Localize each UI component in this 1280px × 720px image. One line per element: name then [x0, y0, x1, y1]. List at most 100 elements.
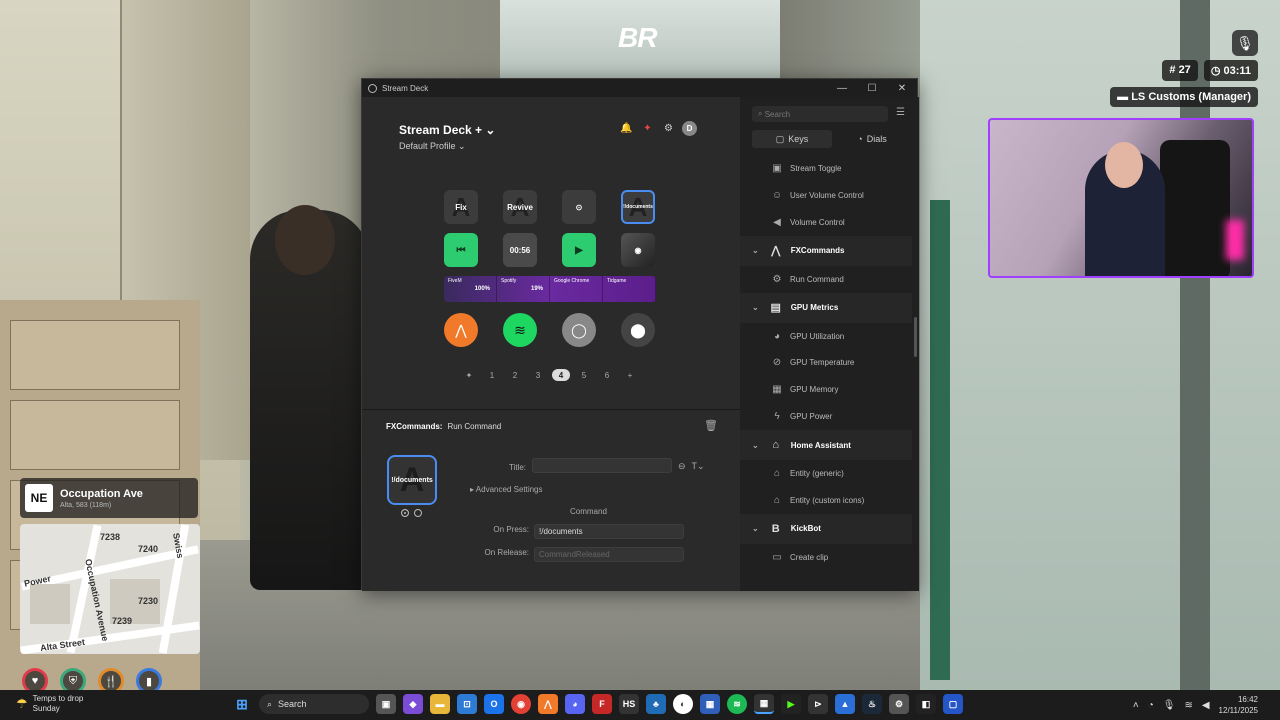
- add-page-button[interactable]: +: [621, 369, 639, 381]
- windows-start-icon[interactable]: ⊞: [232, 694, 252, 714]
- avatar[interactable]: D: [682, 121, 697, 136]
- list-item[interactable]: ☺ User Volume Control: [740, 182, 912, 209]
- key-fix[interactable]: Fix: [444, 190, 478, 224]
- chevron-down-icon: ⌄: [458, 141, 466, 151]
- title-bar[interactable]: Stream Deck — ☐ ✕: [362, 79, 917, 97]
- bell-icon[interactable]: 🔔: [619, 121, 634, 136]
- dial-game[interactable]: ⬤: [621, 313, 655, 347]
- link-icon[interactable]: ⊖: [678, 461, 686, 472]
- list-item[interactable]: ◕ GPU Utilization: [740, 323, 912, 350]
- taskbar-search[interactable]: ⌕ Search: [259, 694, 369, 714]
- page-2[interactable]: 2: [506, 369, 524, 381]
- weather-line2: Sunday: [32, 704, 60, 713]
- action-icon-preview[interactable]: !/documents: [387, 455, 437, 505]
- tab-keys[interactable]: ▢ Keys: [752, 130, 832, 148]
- list-item[interactable]: ⚙ Run Command: [740, 266, 912, 293]
- dial-fivem[interactable]: ⋀: [444, 313, 478, 347]
- category-kickbot[interactable]: ⌄ B KickBot: [740, 513, 912, 544]
- app-icon[interactable]: ◐: [673, 694, 693, 714]
- gear-icon[interactable]: ⚙: [661, 121, 676, 136]
- page-1[interactable]: 1: [483, 369, 501, 381]
- state-2[interactable]: [414, 509, 422, 517]
- key-previous-track[interactable]: ⏮: [444, 233, 478, 267]
- marketplace-icon[interactable]: ✦: [640, 121, 655, 136]
- category-home-assistant[interactable]: ⌄ ⌂ Home Assistant: [740, 430, 912, 461]
- text-format-icon[interactable]: T⌄: [692, 461, 705, 472]
- profile-selector[interactable]: Default Profile ⌄: [399, 141, 495, 152]
- task-view-icon[interactable]: ▣: [376, 694, 396, 714]
- delete-icon[interactable]: 🗑: [704, 419, 718, 432]
- list-item[interactable]: ⌂ Entity (generic): [740, 460, 912, 487]
- player-count-badge: # 27: [1162, 60, 1198, 81]
- outlook-icon[interactable]: O: [484, 694, 504, 714]
- hs-icon[interactable]: HS: [619, 694, 639, 714]
- list-item[interactable]: ▣ Stream Toggle: [740, 155, 912, 182]
- chrome-icon[interactable]: ◉: [511, 694, 531, 714]
- chevron-up-icon[interactable]: ˄: [1133, 700, 1139, 711]
- app-icon[interactable]: ⊳: [808, 694, 828, 714]
- list-item[interactable]: ▦ GPU Memory: [740, 376, 912, 403]
- page-5[interactable]: 5: [575, 369, 593, 381]
- clock[interactable]: 16:42 12/11/2025: [1219, 694, 1258, 716]
- on-press-input[interactable]: [534, 524, 684, 539]
- close-button[interactable]: ✕: [887, 79, 917, 97]
- key-album-art[interactable]: ◉: [621, 233, 655, 267]
- app-icon[interactable]: ▦: [700, 694, 720, 714]
- state-1[interactable]: [401, 509, 409, 517]
- touch-strip[interactable]: FiveM 100% Spotify 19% Google Chrome Tidga…: [444, 276, 656, 302]
- map-label: Alta Street: [39, 636, 86, 654]
- scrollbar[interactable]: [914, 317, 917, 357]
- page-3[interactable]: 3: [529, 369, 547, 381]
- page-6[interactable]: 6: [598, 369, 616, 381]
- discord-icon[interactable]: ◕: [565, 694, 585, 714]
- kick-icon[interactable]: ▶: [781, 694, 801, 714]
- key-revive[interactable]: Revive: [503, 190, 537, 224]
- copilot-icon[interactable]: ◆: [403, 694, 423, 714]
- mic-icon[interactable]: 🎙: [1163, 700, 1176, 711]
- list-item[interactable]: ◀ Volume Control: [740, 209, 912, 236]
- list-item[interactable]: ϟ GPU Power: [740, 403, 912, 430]
- speaker-icon[interactable]: ◀: [1202, 700, 1210, 711]
- tab-dials[interactable]: ◔ Dials: [832, 130, 912, 148]
- key-documents[interactable]: !/documents: [621, 190, 655, 224]
- street-name: Occupation Ave: [60, 487, 143, 500]
- store-icon[interactable]: ⊡: [457, 694, 477, 714]
- settings-icon[interactable]: ⚙: [889, 694, 909, 714]
- key-play[interactable]: ▶: [562, 233, 596, 267]
- dial-chrome[interactable]: ◯: [562, 313, 596, 347]
- key-timer[interactable]: 00:56: [503, 233, 537, 267]
- list-item[interactable]: ▭ Create clip: [740, 544, 912, 571]
- folder-icon[interactable]: ▬: [430, 694, 450, 714]
- page-pin-icon[interactable]: ✦: [460, 369, 478, 381]
- list-item[interactable]: ⊘ GPU Temperature: [740, 349, 912, 376]
- dial-spotify[interactable]: ≋: [503, 313, 537, 347]
- weather-widget[interactable]: ☂ Temps to drop Sunday: [16, 694, 83, 714]
- app-icon[interactable]: ▢: [943, 694, 963, 714]
- steam-icon[interactable]: ♨: [862, 694, 882, 714]
- page-4[interactable]: 4: [552, 369, 570, 381]
- list-item[interactable]: ⌂ Entity (custom icons): [740, 487, 912, 514]
- search-input[interactable]: ⌕ Search: [752, 106, 888, 122]
- list-view-icon[interactable]: ☰: [896, 107, 905, 118]
- teams-icon[interactable]: ♣: [646, 694, 666, 714]
- on-release-input[interactable]: [534, 547, 684, 562]
- weather-line1: Temps to drop: [32, 694, 84, 703]
- category-gpu-metrics[interactable]: ⌄ ▤ GPU Metrics: [740, 292, 912, 323]
- advanced-settings-toggle[interactable]: ▸ Advanced Settings: [470, 485, 543, 494]
- app-icon[interactable]: ◧: [916, 694, 936, 714]
- photos-icon[interactable]: ▲: [835, 694, 855, 714]
- stream-deck-icon[interactable]: ▦: [754, 694, 774, 714]
- system-tray: ˄ ◔ 🎙 ≋ ◀ 16:42 12/11/2025: [1133, 694, 1258, 716]
- title-input[interactable]: [532, 458, 672, 473]
- plugin-name: FXCommands:: [386, 422, 443, 431]
- minimize-button[interactable]: —: [827, 79, 857, 97]
- filezilla-icon[interactable]: F: [592, 694, 612, 714]
- key-chat[interactable]: ⊙: [562, 190, 596, 224]
- spotify-icon[interactable]: ≋: [727, 694, 747, 714]
- wifi-icon[interactable]: ≋: [1184, 700, 1192, 711]
- maximize-button[interactable]: ☐: [857, 79, 887, 97]
- network-icon[interactable]: ◔: [1148, 700, 1154, 711]
- category-fxcommands[interactable]: ⌄ ⋀ FXCommands: [740, 235, 912, 266]
- device-selector[interactable]: Stream Deck + ⌄: [399, 123, 495, 137]
- fivem-icon[interactable]: ⋀: [538, 694, 558, 714]
